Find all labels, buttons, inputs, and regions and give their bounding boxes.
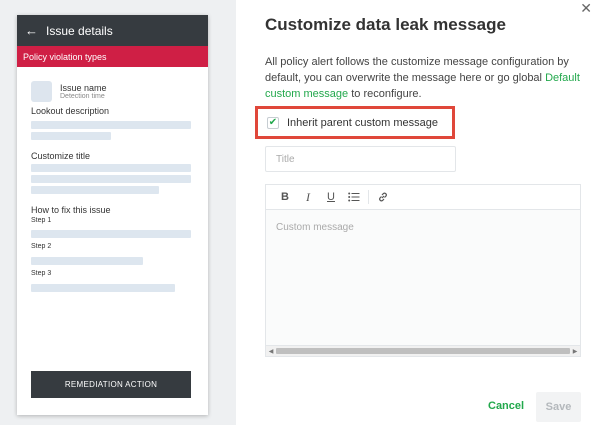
toolbar-divider (368, 190, 369, 204)
placeholder-bar (31, 257, 143, 265)
issue-avatar (31, 81, 52, 102)
inherit-checkbox[interactable]: ✔ (267, 116, 279, 129)
inherit-label: Inherit parent custom message (287, 116, 439, 129)
lookout-description-label: Lookout description (31, 106, 110, 116)
link-icon[interactable] (374, 188, 392, 206)
scrollbar-thumb[interactable] (276, 348, 570, 354)
inherit-parent-option: ✔ Inherit parent custom message (255, 106, 455, 139)
policy-violation-banner: Policy violation types (17, 46, 208, 67)
preview-header: ← Issue details (17, 15, 208, 46)
placeholder-bar (31, 230, 191, 238)
preview-issue: Issue name Detection time (31, 81, 107, 102)
detection-time: Detection time (60, 92, 105, 100)
description-text: All policy alert follows the customize m… (265, 56, 569, 84)
placeholder-bar (31, 284, 175, 292)
customize-title-label: Customize title (31, 151, 91, 161)
preview-header-title: Issue details (46, 23, 113, 38)
placeholder-bar (31, 121, 191, 129)
description-suffix: to reconfigure. (348, 88, 422, 100)
editor-toolbar: B I U (266, 185, 580, 210)
placeholder-bar (31, 186, 159, 194)
remediation-action-button[interactable]: REMEDIATION ACTION (31, 371, 191, 398)
scroll-left-icon[interactable]: ◀ (266, 348, 276, 355)
step-3-label: Step 3 (31, 270, 52, 277)
issue-preview-card: ← Issue details Policy violation types I… (17, 15, 208, 415)
panel-description: All policy alert follows the customize m… (265, 54, 585, 102)
placeholder-bar (31, 164, 191, 172)
scroll-right-icon[interactable]: ▶ (570, 348, 580, 355)
underline-icon[interactable]: U (322, 188, 340, 206)
horizontal-scrollbar[interactable]: ◀ ▶ (266, 345, 580, 356)
customize-message-panel: ✕ Customize data leak message All policy… (236, 0, 600, 425)
title-input[interactable] (265, 146, 456, 172)
message-textarea[interactable]: Custom message (266, 210, 580, 345)
step-2-label: Step 2 (31, 243, 52, 250)
bullet-list-icon[interactable] (345, 188, 363, 206)
italic-icon[interactable]: I (299, 188, 317, 206)
issue-name: Issue name (60, 82, 107, 93)
check-icon: ✔ (268, 116, 278, 128)
message-editor: B I U Custom message ◀ ▶ (265, 184, 581, 357)
bold-icon[interactable]: B (276, 188, 294, 206)
how-to-fix-label: How to fix this issue (31, 205, 111, 215)
step-1-label: Step 1 (31, 217, 52, 224)
cancel-button[interactable]: Cancel (488, 400, 524, 412)
placeholder-bar (31, 175, 191, 183)
placeholder-bar (31, 132, 111, 140)
preview-area: ← Issue details Policy violation types I… (0, 0, 236, 425)
save-button[interactable]: Save (536, 392, 581, 422)
close-icon[interactable]: ✕ (580, 0, 592, 17)
arrow-left-icon[interactable]: ← (25, 24, 38, 37)
panel-title: Customize data leak message (265, 15, 506, 34)
